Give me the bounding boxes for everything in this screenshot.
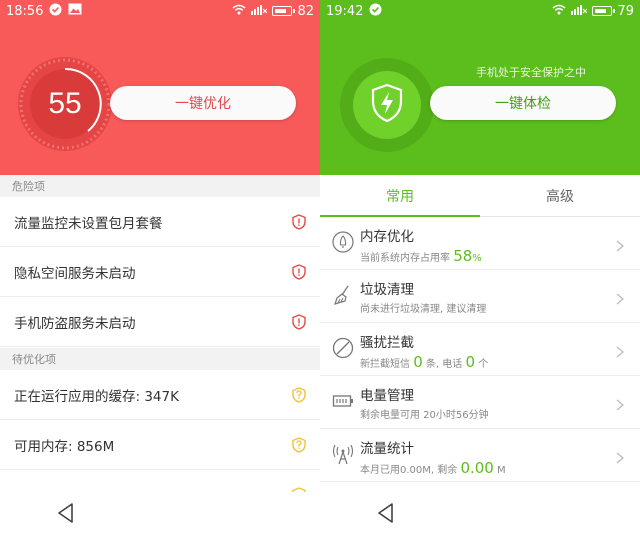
- list-item-label: 流量监控未设置包月套餐: [14, 215, 163, 232]
- signal-icon: [571, 4, 588, 19]
- danger-section-header: 危险项: [0, 175, 320, 197]
- navigation-bar: [320, 492, 640, 534]
- subtitle-text: 条, 电话: [425, 359, 463, 370]
- subtitle-text: 本月已用0.00M, 剩余: [360, 465, 458, 476]
- status-time: 18:56: [6, 3, 44, 19]
- signal-icon: [251, 4, 268, 19]
- feature-subtitle: 本月已用0.00M, 剩余 0.00 M: [360, 459, 506, 477]
- security-status-gauge: [340, 58, 434, 152]
- status-bar: 18:56 82: [0, 0, 320, 22]
- danger-item-traffic-plan[interactable]: 流量监控未设置包月套餐: [0, 197, 320, 247]
- check-circle-icon: [49, 3, 62, 20]
- feature-harassment-block[interactable]: 骚扰拦截 新拦截短信 0 条, 电话 0 个: [320, 323, 640, 376]
- rocket-icon: [332, 231, 354, 253]
- warning-shield-yellow-icon: [292, 387, 306, 403]
- list-item-label: 正在运行应用的缓存: 347K: [14, 388, 179, 405]
- danger-item-privacy-space[interactable]: 隐私空间服务未启动: [0, 247, 320, 297]
- chevron-right-icon: [616, 290, 625, 305]
- score-gauge: 55: [18, 57, 112, 151]
- feature-memory-optimize[interactable]: 内存优化 当前系统内存占用率 58%: [320, 217, 640, 270]
- list-item-label: 隐私空间服务未启动: [14, 265, 136, 282]
- battery-icon: [272, 6, 296, 16]
- chevron-right-icon: [616, 449, 625, 464]
- blocked-sms-count: 0: [413, 353, 423, 371]
- feature-junk-clean[interactable]: 垃圾清理 尚未进行垃圾清理, 建议清理: [320, 270, 640, 323]
- pending-item-free-memory[interactable]: 可用内存: 856M: [0, 420, 320, 470]
- feature-title: 垃圾清理: [360, 282, 414, 298]
- chevron-right-icon: [616, 396, 625, 411]
- battery-icon: [592, 6, 616, 16]
- feature-title: 内存优化: [360, 229, 414, 245]
- feature-title: 流量统计: [360, 441, 414, 457]
- right-screen: 19:42 79 手机处于安全保护之中 一键体检 常用 高级 内存优化 当前系统…: [320, 0, 640, 534]
- list-item-label: 手机防盗服务未启动: [14, 315, 136, 332]
- memory-usage-value: 58: [453, 247, 473, 265]
- status-bar: 19:42 79: [320, 0, 640, 22]
- feature-battery-manage[interactable]: 电量管理 剩余电量可用 20小时56分钟: [320, 376, 640, 429]
- feature-title: 电量管理: [360, 388, 414, 404]
- danger-item-anti-theft[interactable]: 手机防盗服务未启动: [0, 297, 320, 347]
- block-icon: [332, 337, 354, 359]
- subtitle-unit: M: [497, 465, 506, 476]
- check-circle-icon: [369, 3, 382, 20]
- feature-subtitle: 尚未进行垃圾清理, 建议清理: [360, 304, 487, 315]
- battery-manage-icon: [332, 390, 354, 412]
- warning-shield-yellow-icon: [292, 437, 306, 453]
- pending-item-app-cache[interactable]: 正在运行应用的缓存: 347K: [0, 370, 320, 420]
- back-icon[interactable]: [56, 502, 76, 524]
- antenna-icon: [332, 443, 354, 465]
- left-screen: 18:56 82 55 一键优化 危险项 流量监控未设置包月套餐 隐私空间服务未…: [0, 0, 320, 534]
- remaining-traffic-value: 0.00: [460, 459, 494, 477]
- subtitle-unit: 个: [478, 359, 489, 370]
- memory-usage-unit: %: [472, 253, 482, 264]
- battery-level: 82: [297, 3, 314, 19]
- feature-subtitle: 当前系统内存占用率 58%: [360, 247, 482, 265]
- back-icon[interactable]: [376, 502, 396, 524]
- screenshot-composite: 18:56 82 55 一键优化 危险项 流量监控未设置包月套餐 隐私空间服务未…: [0, 0, 640, 534]
- feature-traffic-stats[interactable]: 流量统计 本月已用0.00M, 剩余 0.00 M: [320, 429, 640, 482]
- navigation-bar: [0, 492, 320, 534]
- feature-subtitle: 剩余电量可用 20小时56分钟: [360, 410, 489, 421]
- battery-level: 79: [617, 3, 634, 19]
- blocked-call-count: 0: [465, 353, 476, 371]
- one-click-optimize-button[interactable]: 一键优化: [110, 86, 296, 120]
- image-icon: [68, 3, 82, 19]
- warning-shield-red-icon: [292, 314, 306, 330]
- one-click-checkup-button[interactable]: 一键体检: [430, 86, 616, 120]
- broom-icon: [332, 284, 354, 306]
- feature-subtitle: 新拦截短信 0 条, 电话 0 个: [360, 353, 488, 371]
- wifi-icon: [552, 4, 566, 19]
- status-time: 19:42: [326, 3, 364, 19]
- warning-shield-red-icon: [292, 264, 306, 280]
- tab-advanced[interactable]: 高级: [480, 175, 640, 217]
- feature-title: 骚扰拦截: [360, 335, 414, 351]
- security-status-text: 手机处于安全保护之中: [476, 66, 586, 79]
- list-item-label: 可用内存: 856M: [14, 438, 115, 455]
- warning-shield-red-icon: [292, 214, 306, 230]
- subtitle-text: 当前系统内存占用率: [360, 253, 450, 264]
- chevron-right-icon: [616, 237, 625, 252]
- pending-section-header: 待优化项: [0, 348, 320, 370]
- chevron-right-icon: [616, 343, 625, 358]
- tab-bar: 常用 高级: [320, 175, 640, 217]
- wifi-icon: [232, 4, 246, 19]
- subtitle-text: 新拦截短信: [360, 359, 410, 370]
- shield-bolt-icon: [370, 83, 404, 127]
- tab-common[interactable]: 常用: [320, 175, 480, 217]
- health-score: 55: [48, 87, 82, 120]
